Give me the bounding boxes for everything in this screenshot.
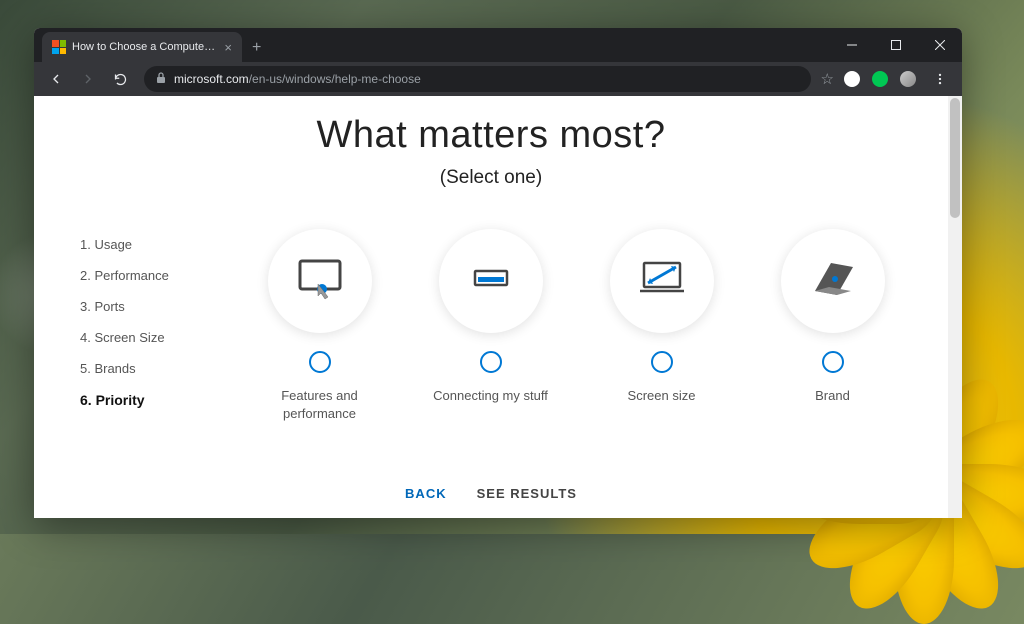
- microsoft-favicon: [52, 40, 66, 54]
- option-label: Screen size: [628, 387, 696, 405]
- new-tab-button[interactable]: +: [242, 34, 271, 62]
- option-brand[interactable]: Brand: [758, 229, 908, 423]
- option-connecting-stuff[interactable]: Connecting my stuff: [416, 229, 566, 423]
- page-viewport: What matters most? (Select one) 1. Usage…: [34, 96, 962, 518]
- close-tab-icon[interactable]: ×: [224, 40, 232, 55]
- radio-icon: [651, 351, 673, 373]
- see-results-link[interactable]: SEE RESULTS: [477, 487, 577, 501]
- priority-options: Features and performance: [204, 229, 948, 423]
- url-field[interactable]: microsoft.com/en-us/windows/help-me-choo…: [144, 66, 811, 92]
- scrollbar-track[interactable]: [948, 96, 962, 518]
- scrollbar-thumb[interactable]: [950, 98, 960, 218]
- maximize-button[interactable]: [874, 28, 918, 62]
- profile-avatar[interactable]: [900, 71, 916, 87]
- forward-button[interactable]: [74, 65, 102, 93]
- minimize-button[interactable]: [830, 28, 874, 62]
- port-slot-icon: [463, 251, 519, 312]
- laptop-icon: [803, 249, 863, 314]
- page-heading: What matters most?: [34, 114, 948, 157]
- address-bar: microsoft.com/en-us/windows/help-me-choo…: [34, 62, 962, 96]
- title-bar: How to Choose a Computer: Fin × +: [34, 28, 962, 62]
- tab-title: How to Choose a Computer: Fin: [72, 41, 218, 53]
- option-features-performance[interactable]: Features and performance: [245, 229, 395, 423]
- url-text: microsoft.com/en-us/windows/help-me-choo…: [174, 72, 421, 86]
- browser-window: How to Choose a Computer: Fin × +: [34, 28, 962, 518]
- option-label: Features and performance: [245, 387, 395, 423]
- sidebar-item-screen-size[interactable]: 4. Screen Size: [80, 322, 204, 353]
- option-label: Connecting my stuff: [433, 387, 548, 405]
- page-subheading: (Select one): [34, 167, 948, 189]
- extension-icon-1[interactable]: [844, 71, 860, 87]
- option-label: Brand: [815, 387, 850, 405]
- radio-icon: [309, 351, 331, 373]
- touch-device-icon: [292, 251, 348, 312]
- wizard-steps-nav: 1. Usage 2. Performance 3. Ports 4. Scre…: [34, 229, 204, 423]
- back-button[interactable]: [42, 65, 70, 93]
- sidebar-item-performance[interactable]: 2. Performance: [80, 260, 204, 291]
- radio-icon: [480, 351, 502, 373]
- radio-icon: [822, 351, 844, 373]
- close-window-button[interactable]: [918, 28, 962, 62]
- sidebar-item-ports[interactable]: 3. Ports: [80, 291, 204, 322]
- reload-button[interactable]: [106, 65, 134, 93]
- wizard-actions: BACK SEE RESULTS: [34, 487, 948, 501]
- lock-icon: [156, 72, 166, 87]
- screen-diagonal-icon: [634, 251, 690, 312]
- option-screen-size[interactable]: Screen size: [587, 229, 737, 423]
- sidebar-item-priority[interactable]: 6. Priority: [80, 384, 204, 416]
- menu-button[interactable]: [926, 65, 954, 93]
- extension-icon-2[interactable]: [872, 71, 888, 87]
- bookmark-star-icon[interactable]: ☆: [821, 70, 834, 88]
- sidebar-item-brands[interactable]: 5. Brands: [80, 353, 204, 384]
- browser-tab[interactable]: How to Choose a Computer: Fin ×: [42, 32, 242, 62]
- back-link[interactable]: BACK: [405, 487, 447, 501]
- sidebar-item-usage[interactable]: 1. Usage: [80, 229, 204, 260]
